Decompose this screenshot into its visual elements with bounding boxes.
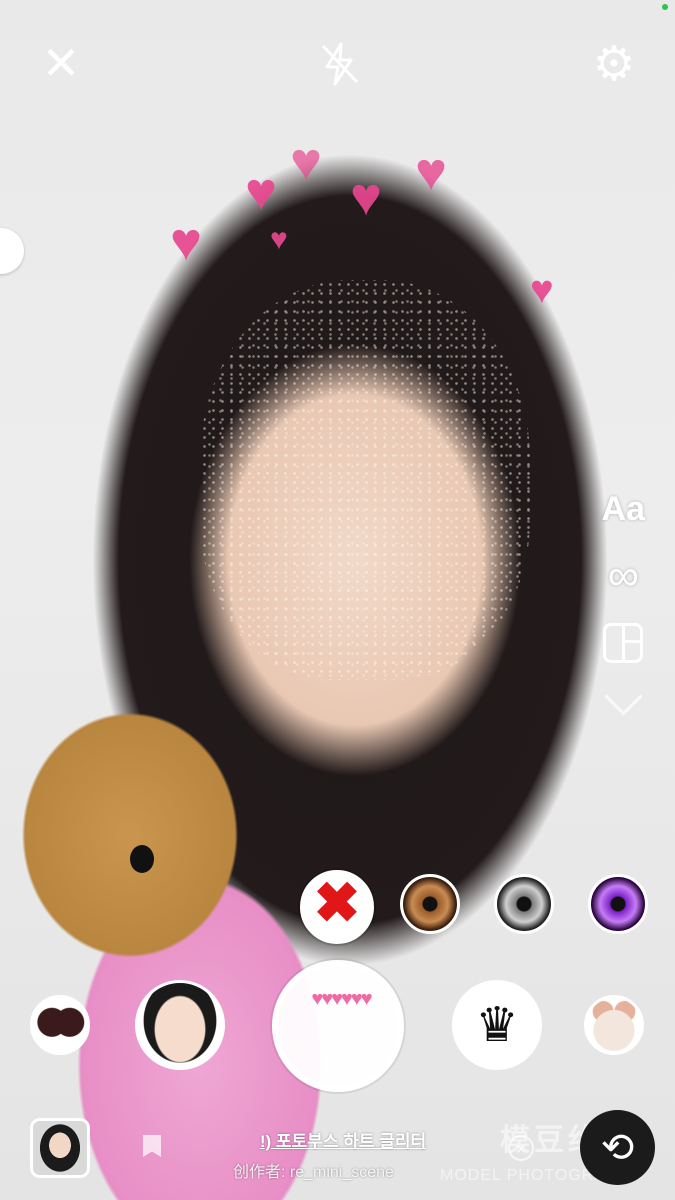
gallery-thumbnail[interactable]: [30, 1118, 90, 1178]
layout-icon[interactable]: [603, 623, 644, 663]
effect-fox-thumbnail[interactable]: [584, 995, 644, 1055]
chevron-down-icon[interactable]: [604, 677, 643, 716]
gear-icon[interactable]: ⚙: [588, 38, 640, 91]
color-lens-options: ✖: [300, 870, 675, 944]
creative-tools: Aa ∞: [602, 490, 645, 716]
glitter-overlay: [200, 280, 530, 680]
camera-screen: ♥ ♥ ♥ ♥ ♥ ♥ ♥ ✕ ⚙ Aa ∞ ✖ ♥♥♥♥♥♥ ♛ !) 포토부…: [0, 0, 675, 1200]
close-icon[interactable]: ✕: [38, 37, 84, 89]
effect-ears-thumbnail[interactable]: [30, 995, 90, 1055]
flash-off-icon[interactable]: [313, 38, 365, 90]
heart-icon: ♥: [170, 212, 203, 272]
heart-icon: ♥: [350, 167, 383, 227]
shutter-button[interactable]: ♥♥♥♥♥♥: [272, 960, 404, 1092]
heart-icon: ♥: [245, 162, 278, 222]
heart-icon: ♥: [415, 142, 448, 202]
flip-camera-icon[interactable]: ⟲: [580, 1110, 655, 1185]
crown-icon[interactable]: ♛: [452, 980, 542, 1070]
effect-name[interactable]: !) 포토부스 하트 글리터: [233, 1127, 453, 1152]
lens-grey-button[interactable]: [494, 874, 554, 934]
side-panel-handle[interactable]: [0, 228, 24, 274]
effect-makeup-thumbnail[interactable]: [135, 980, 225, 1070]
text-tool-button[interactable]: Aa: [602, 490, 645, 529]
bear-eye: [130, 845, 154, 873]
dismiss-effect-icon[interactable]: ×: [508, 1135, 534, 1161]
effect-carousel: ♥♥♥♥♥♥ ♛: [0, 960, 675, 1092]
crown-glyph: ♛: [475, 999, 519, 1052]
heart-icon: ♥: [270, 223, 288, 256]
heart-icon: ♥: [530, 268, 554, 312]
heart-glitter-effect-icon: ♥♥♥♥♥♥: [311, 988, 372, 1010]
boomerang-icon[interactable]: ∞: [608, 554, 639, 598]
status-dot: [662, 4, 668, 10]
bottom-bar: !) 포토부스 하트 글리터 创作者: re_mini_scene 模豆约拍 M…: [0, 1105, 675, 1200]
lens-brown-button[interactable]: [400, 874, 460, 934]
effect-author: 创作者: re_mini_scene: [233, 1164, 394, 1181]
bookmark-icon[interactable]: [143, 1135, 161, 1157]
red-x-icon: ✖: [313, 871, 361, 934]
lens-purple-button[interactable]: [588, 874, 648, 934]
effect-info[interactable]: !) 포토부스 하트 글리터 创作者: re_mini_scene: [233, 1127, 453, 1182]
lens-none-button[interactable]: ✖: [300, 870, 374, 944]
heart-icon: ♥: [290, 132, 323, 192]
